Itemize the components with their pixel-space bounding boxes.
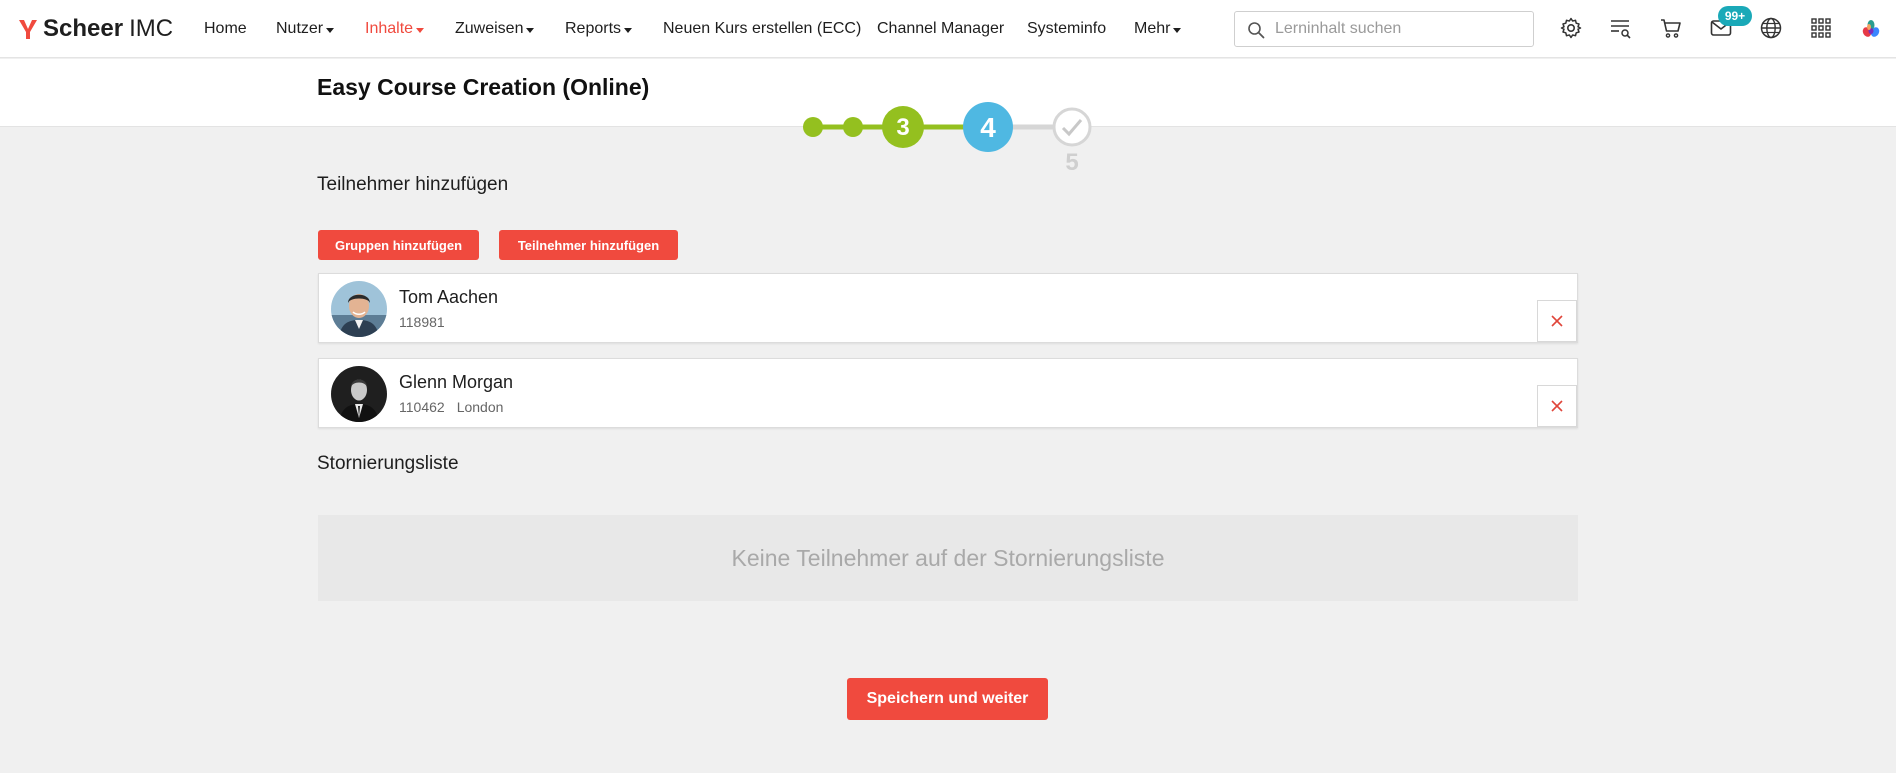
remove-participant-button[interactable] [1537,385,1577,427]
nav-zuweisen[interactable]: Zuweisen [455,0,535,58]
add-groups-button[interactable]: Gruppen hinzufügen [318,230,479,260]
scheer-logo-icon [19,20,37,39]
participants-heading: Teilnehmer hinzufügen [317,174,509,195]
top-navigation-bar: Scheer IMC Home Nutzer Inhalte Zuweisen … [0,0,1896,58]
caret-down-icon [1173,27,1182,33]
search-input[interactable] [1275,16,1525,42]
participant-name: Tom Aachen [399,287,499,307]
add-participants-button[interactable]: Teilnehmer hinzufügen [499,230,678,260]
caret-down-icon [416,27,425,33]
nav-systeminfo[interactable]: Systeminfo [1027,0,1106,58]
cancellation-list-empty-state: Keine Teilnehmer auf der Stornierungslis… [318,515,1578,601]
nav-nutzer[interactable]: Nutzer [276,0,335,58]
apps-button[interactable] [1808,15,1834,41]
nav-label: Zuweisen [455,20,524,37]
caret-down-icon [326,27,335,33]
brand-name-bold: Scheer [43,15,124,42]
nav-label: Inhalte [365,20,414,37]
nav-label: Neuen Kurs erstellen (ECC) [663,20,862,37]
brand-logo[interactable]: Scheer IMC [18,14,173,44]
nav-label: Home [204,20,247,37]
progress-stepper: 3 4 5 [803,102,1092,170]
nav-neuen-kurs-erstellen[interactable]: Neuen Kurs erstellen (ECC) [663,0,861,58]
partner-logo-button[interactable] [1858,15,1884,41]
page-title: Easy Course Creation (Online) [317,74,650,100]
language-button[interactable] [1758,15,1784,41]
search-box [1234,11,1534,47]
notification-badge: 99+ [1718,6,1752,26]
partner-logo-icon [1862,20,1880,37]
cart-icon [1661,19,1681,38]
caret-down-icon [624,27,633,33]
participant-location: London [456,399,504,415]
nav-label: Nutzer [276,20,324,37]
cancellation-list-heading: Stornierungsliste [317,453,459,474]
step-1 [803,117,823,137]
avatar [331,366,387,422]
nav-mehr[interactable]: Mehr [1134,0,1182,58]
step-2 [843,117,863,137]
globe-icon [1760,17,1782,39]
participant-meta: 110462 London [399,399,503,415]
participant-card: Glenn Morgan 110462 London [318,358,1578,428]
nav-home[interactable]: Home [204,0,247,58]
nav-label: Systeminfo [1027,20,1107,37]
apps-grid-icon [1811,18,1831,38]
nav-label: Mehr [1134,20,1171,37]
caret-down-icon [526,27,535,33]
nav-reports[interactable]: Reports [565,0,633,58]
cart-button[interactable] [1658,15,1684,41]
participant-card: Tom Aachen 118981 [318,273,1578,343]
avatar [331,281,387,337]
nav-channel-manager[interactable]: Channel Manager [877,0,1004,58]
list-search-icon [1611,20,1631,39]
save-and-continue-button[interactable]: Speichern und weiter [847,678,1048,720]
step-5-pending [1052,107,1092,147]
nav-label: Channel Manager [877,20,1005,37]
gear-icon [1560,17,1582,39]
participant-id: 110462 [399,399,445,415]
close-icon [1551,315,1563,327]
step-3-label: 3 [896,114,909,141]
participant-name: Glenn Morgan [399,372,514,392]
nav-inhalte[interactable]: Inhalte [365,0,425,58]
participant-id: 118981 [399,314,445,330]
participant-meta: 118981 [399,314,445,330]
settings-button[interactable] [1558,15,1584,41]
nav-label: Reports [565,20,622,37]
step-5-label: 5 [1065,149,1078,170]
close-icon [1551,400,1563,412]
list-search-button[interactable] [1608,15,1634,41]
step-4-label: 4 [980,112,996,143]
brand-name-regular: IMC [129,15,174,42]
search-icon [1248,22,1265,39]
remove-participant-button[interactable] [1537,300,1577,342]
